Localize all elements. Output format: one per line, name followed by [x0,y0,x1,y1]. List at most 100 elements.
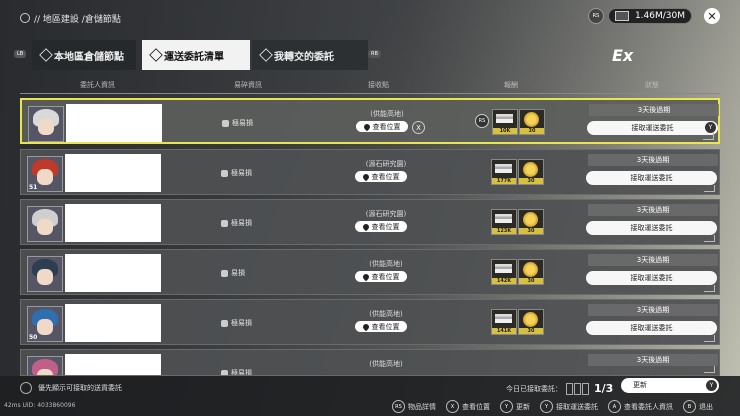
reward-coins[interactable]: 30 [519,109,545,135]
accept-label: 接取運送委託 [630,224,673,232]
accept-label: 接取運送委託 [630,274,673,282]
fragile-info: 極易損 [221,318,252,328]
reward-coins[interactable]: 30 [518,159,544,185]
destination: (供能高地) [370,110,404,118]
tab-label: 本地區倉儲節點 [54,51,124,63]
reward-coins[interactable]: 30 [518,309,544,335]
reward-qty: 177K [492,178,516,184]
coin-icon [523,162,538,177]
materials-icon [495,164,512,173]
resource-box: 1.46M/30M [608,8,692,24]
view-location-button[interactable]: 查看位置 [355,221,407,232]
location-pin-icon [362,122,371,131]
client-portrait[interactable] [28,106,64,142]
tab-my-transfers[interactable]: 我轉交的委託 [252,40,368,70]
rs-key-icon: RS [392,400,405,413]
reward-materials[interactable]: 141K [491,309,517,335]
accept-delivery-button[interactable]: 接取運送委託 [586,221,717,235]
fragile-label: 極易損 [231,369,252,376]
ex-logo: Ex [612,46,712,66]
reward-materials[interactable]: 142K [491,259,517,285]
reward-coins[interactable]: 30 [518,209,544,235]
table-row[interactable]: 極易損 (源石研究園) 查看位置 123K 30 3天後過期 接取運送委託 [20,199,720,245]
hint-text: 優先顯示可接取的送貨委託 [38,384,122,392]
b-key-icon: B [683,400,696,413]
col-client: 委託人資訊 [80,81,115,89]
table-row[interactable]: 50 極易損 (供能高地) 查看位置 141K 30 3天後過期 接取運送委託 [20,299,720,345]
client-portrait[interactable] [27,356,63,375]
control-view-location[interactable]: X 查看位置 [446,400,490,413]
close-button[interactable]: ✕ [704,8,720,24]
fragile-icon [221,319,228,327]
coin-icon [524,112,539,127]
client-info-box [65,254,161,292]
accept-delivery-button[interactable]: 接取運送委託 [586,171,717,185]
client-portrait[interactable]: 50 [27,306,63,342]
today-label: 今日已接取委託： [506,384,562,393]
row-corner-decoration [704,366,715,373]
rs-button[interactable]: RS [588,8,604,24]
fragile-icon [221,269,228,277]
priority-toggle[interactable]: 優先顯示可接取的送貨委託 [20,382,122,394]
reward-qty: 30 [519,228,543,234]
fragile-label: 極易損 [231,169,252,177]
row-corner-decoration [704,235,715,242]
fragile-icon [221,219,228,227]
table-row[interactable]: 極易損 (供能高地) 查看位置 X RS 10K 30 3天後過期 接取運送委託 Y [20,98,720,144]
expire-status: 3天後過期 [589,104,719,116]
table-row[interactable]: 易損 (供能高地) 查看位置 142K 30 3天後過期 接取運送委託 [20,249,720,295]
tab-label: 我轉交的委託 [274,51,334,63]
tab-delivery-list[interactable]: 運送委託清單 [142,40,250,70]
tab-local-storage[interactable]: 本地區倉儲節點 [32,40,136,70]
today-count: 1/3 [594,382,614,395]
expire-status: 3天後過期 [588,204,718,216]
reward-materials[interactable]: 10K [492,109,518,135]
expire-status: 3天後過期 [588,304,718,316]
accept-delivery-button[interactable]: 接取運送委託 [586,271,717,285]
control-refresh[interactable]: Y 更新 [500,400,530,413]
coin-icon [523,262,538,277]
view-location-button[interactable]: 查看位置 [355,271,407,282]
tab-bar: 本地區倉儲節點 運送委託清單 我轉交的委託 [14,40,404,70]
accept-label: 接取運送委託 [630,174,673,182]
reward-qty: 10K [493,128,517,134]
portrait-face [37,169,53,185]
refresh-label: 更新 [633,381,647,389]
coin-icon [523,212,538,227]
control-label: 物品詳情 [408,402,436,411]
accept-delivery-button[interactable]: 接取運送委託 [586,321,717,335]
x-key-icon: X [446,400,459,413]
accept-delivery-button[interactable]: 接取運送委託 Y [587,121,718,135]
control-accept[interactable]: Y 接取運送委託 [540,400,598,413]
control-item-details[interactable]: RS 物品詳情 [392,400,436,413]
reward-coins[interactable]: 30 [518,259,544,285]
accept-label: 接取運送委託 [630,324,673,332]
client-portrait[interactable] [27,206,63,242]
destination: (供能高地) [369,260,403,268]
view-location-button[interactable]: 查看位置 [355,321,407,332]
client-portrait[interactable] [27,256,63,292]
reward-qty: 142K [492,278,516,284]
resource-value: 1.46M/30M [634,11,685,21]
client-level: 50 [29,334,38,341]
control-client-info[interactable]: A 查看委託人資訊 [608,400,673,413]
client-portrait[interactable]: 51 [27,156,63,192]
coin-icon [523,312,538,327]
reward-materials[interactable]: 123K [491,209,517,235]
client-info-box [65,204,161,242]
col-status: 狀態 [645,81,659,89]
view-location-button[interactable]: 查看位置 [355,171,407,182]
top-bar: // 地區建設 /倉儲節點 RS 1.46M/30M ✕ [0,0,740,34]
destination: (源石研究園) [365,210,407,218]
table-row[interactable]: 51 極易損 (源石研究園) 查看位置 177K 30 3天後過期 接取運送委託 [20,149,720,195]
view-label: 查看位置 [371,172,400,181]
reward-materials[interactable]: 177K [491,159,517,185]
view-location-button[interactable]: 查看位置 [356,121,408,132]
y-key-icon: Y [706,380,717,391]
table-row[interactable]: 極易損 (供能高地) 3天後過期 [20,349,720,376]
control-label: 接取運送委託 [556,402,598,411]
refresh-button[interactable]: 更新 Y [621,378,719,393]
materials-icon [496,114,513,123]
control-exit[interactable]: B 退出 [683,400,713,413]
location-pin-icon [361,322,370,331]
